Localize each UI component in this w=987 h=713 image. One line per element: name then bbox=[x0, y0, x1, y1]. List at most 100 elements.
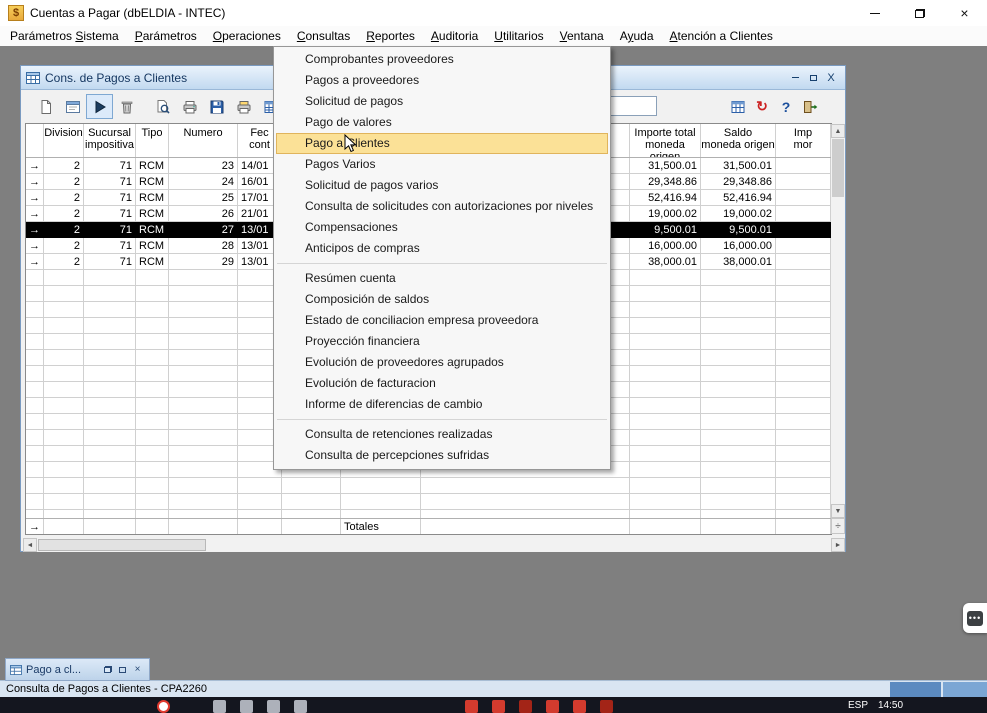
menu-item-evolucion-facturacion[interactable]: Evolución de facturacion bbox=[274, 373, 610, 394]
taskbar-app-icon[interactable] bbox=[157, 700, 170, 713]
taskbar-app-icon[interactable] bbox=[546, 700, 559, 713]
taskbar-clock[interactable]: 14:50 bbox=[878, 700, 903, 711]
minimize-icon bbox=[792, 77, 799, 78]
menu-item-proyeccion-financiera[interactable]: Proyección financiera bbox=[274, 331, 610, 352]
minimized-window-pago[interactable]: Pago a cl... × bbox=[5, 658, 150, 681]
cell-importe: 38,000.01 bbox=[630, 254, 701, 270]
table-row-empty[interactable] bbox=[26, 494, 831, 510]
menu-item-comprobantes-proveedores[interactable]: Comprobantes proveedores bbox=[274, 49, 610, 70]
cell-tipo: RCM bbox=[136, 206, 169, 222]
taskbar-app-icon[interactable] bbox=[240, 700, 253, 713]
help-button[interactable]: ? bbox=[775, 95, 797, 118]
table-totals-row: → Totales bbox=[26, 518, 831, 534]
child-minimize-button[interactable] bbox=[786, 70, 804, 86]
vertical-scrollbar[interactable]: ▲ ▼ bbox=[831, 124, 845, 518]
taskbar-app-icon[interactable] bbox=[213, 700, 226, 713]
taskbar-app-icon[interactable] bbox=[294, 700, 307, 713]
table-row-empty[interactable] bbox=[26, 478, 831, 494]
child-maximize-button[interactable] bbox=[804, 70, 822, 86]
scroll-up-icon[interactable]: ▲ bbox=[831, 124, 845, 138]
chat-overlay-button[interactable]: ••• bbox=[963, 603, 987, 633]
menu-parametros[interactable]: Parámetros bbox=[127, 26, 205, 46]
table-view-button[interactable] bbox=[727, 95, 749, 118]
printer-icon bbox=[182, 99, 198, 115]
minimize-icon bbox=[870, 13, 880, 14]
cell-numero: 26 bbox=[169, 206, 238, 222]
cell-tipo: RCM bbox=[136, 238, 169, 254]
menu-consultas[interactable]: Consultas bbox=[289, 26, 358, 46]
menu-item-compensaciones[interactable]: Compensaciones bbox=[274, 217, 610, 238]
menu-item-composicion-de-saldos[interactable]: Composición de saldos bbox=[274, 289, 610, 310]
min-close-button[interactable]: × bbox=[130, 663, 145, 677]
min-maximize-button[interactable] bbox=[115, 663, 130, 677]
taskbar-app-icon[interactable] bbox=[267, 700, 280, 713]
open-record-button[interactable] bbox=[59, 94, 86, 119]
menu-item-consulta-percepciones[interactable]: Consulta de percepciones sufridas bbox=[274, 445, 610, 466]
cell-division: 2 bbox=[44, 158, 84, 174]
minimize-button[interactable] bbox=[852, 0, 897, 26]
min-restore-button[interactable] bbox=[100, 663, 115, 677]
taskbar-app-icon[interactable] bbox=[492, 700, 505, 713]
menu-auditoria[interactable]: Auditoria bbox=[423, 26, 486, 46]
menu-item-pagos-varios[interactable]: Pagos Varios bbox=[274, 154, 610, 175]
menu-ventana[interactable]: Ventana bbox=[552, 26, 612, 46]
menu-item-informe-diferencias-cambio[interactable]: Informe de diferencias de cambio bbox=[274, 394, 610, 415]
menu-atencion-clientes[interactable]: Atención a Clientes bbox=[662, 26, 781, 46]
taskbar-app-icon[interactable] bbox=[519, 700, 532, 713]
taskbar-app-icon[interactable] bbox=[465, 700, 478, 713]
row-indicator-icon: → bbox=[26, 174, 44, 190]
print-button[interactable] bbox=[176, 94, 203, 119]
taskbar-app-icon[interactable] bbox=[573, 700, 586, 713]
taskbar-app-icon[interactable] bbox=[600, 700, 613, 713]
refresh-button[interactable]: ↻ bbox=[751, 95, 773, 118]
taskbar: ESP 14:50 bbox=[0, 697, 987, 713]
scroll-right-icon[interactable]: ► bbox=[831, 538, 845, 552]
horizontal-scroll-thumb[interactable] bbox=[38, 539, 206, 551]
menu-utilitarios[interactable]: Utilitarios bbox=[486, 26, 551, 46]
menu-item-evolucion-proveedores[interactable]: Evolución de proveedores agrupados bbox=[274, 352, 610, 373]
menu-operaciones[interactable]: Operaciones bbox=[205, 26, 289, 46]
new-record-button[interactable] bbox=[32, 94, 59, 119]
restore-button[interactable] bbox=[897, 0, 942, 26]
print-setup-button[interactable] bbox=[230, 94, 257, 119]
close-button[interactable]: × bbox=[942, 0, 987, 26]
preview-button[interactable] bbox=[149, 94, 176, 119]
cell-division: 2 bbox=[44, 222, 84, 238]
delete-button[interactable] bbox=[113, 94, 140, 119]
menu-parametros-sistema[interactable]: Parámetros Sistema bbox=[2, 26, 127, 46]
run-button[interactable] bbox=[86, 94, 113, 119]
statusbar-text: Consulta de Pagos a Clientes - CPA2260 bbox=[6, 683, 207, 695]
menu-item-solicitud-pagos-varios[interactable]: Solicitud de pagos varios bbox=[274, 175, 610, 196]
statusbar: Consulta de Pagos a Clientes - CPA2260 bbox=[0, 680, 987, 697]
menu-item-anticipos-de-compras[interactable]: Anticipos de compras bbox=[274, 238, 610, 259]
menu-item-resumen-cuenta[interactable]: Resúmen cuenta bbox=[274, 268, 610, 289]
restore-icon bbox=[915, 9, 925, 18]
menu-ayuda[interactable]: Ayuda bbox=[612, 26, 662, 46]
help-icon: ? bbox=[782, 99, 791, 115]
scroll-left-icon[interactable]: ◄ bbox=[23, 538, 37, 552]
child-close-button[interactable]: X bbox=[822, 70, 840, 86]
menu-item-solicitud-de-pagos[interactable]: Solicitud de pagos bbox=[274, 91, 610, 112]
save-button[interactable] bbox=[203, 94, 230, 119]
table-row-empty[interactable] bbox=[26, 510, 831, 518]
menu-item-consulta-retenciones[interactable]: Consulta de retenciones realizadas bbox=[274, 424, 610, 445]
exit-button[interactable] bbox=[799, 95, 821, 118]
header-imp: Imp mor bbox=[776, 124, 831, 157]
menu-reportes[interactable]: Reportes bbox=[358, 26, 423, 46]
taskbar-language-indicator[interactable]: ESP bbox=[848, 700, 868, 711]
horizontal-scrollbar[interactable]: ◄ ► bbox=[23, 538, 845, 552]
menu-item-estado-conciliacion[interactable]: Estado de conciliacion empresa proveedor… bbox=[274, 310, 610, 331]
grid-divider-control[interactable]: ÷ bbox=[831, 518, 845, 534]
menu-item-pagos-a-proveedores[interactable]: Pagos a proveedores bbox=[274, 70, 610, 91]
cell-sucursal: 71 bbox=[84, 254, 136, 270]
statusbar-panel bbox=[943, 682, 987, 698]
cell-tipo: RCM bbox=[136, 158, 169, 174]
vertical-scroll-thumb[interactable] bbox=[832, 139, 844, 197]
scroll-down-icon[interactable]: ▼ bbox=[831, 504, 845, 518]
cell-sucursal: 71 bbox=[84, 222, 136, 238]
cell-division: 2 bbox=[44, 174, 84, 190]
menu-item-consulta-solicitudes-autorizaciones[interactable]: Consulta de solicitudes con autorizacion… bbox=[274, 196, 610, 217]
menu-item-pago-de-valores[interactable]: Pago de valores bbox=[274, 112, 610, 133]
menu-item-pago-a-clientes[interactable]: Pago a Clientes bbox=[276, 133, 608, 154]
cell-numero: 25 bbox=[169, 190, 238, 206]
